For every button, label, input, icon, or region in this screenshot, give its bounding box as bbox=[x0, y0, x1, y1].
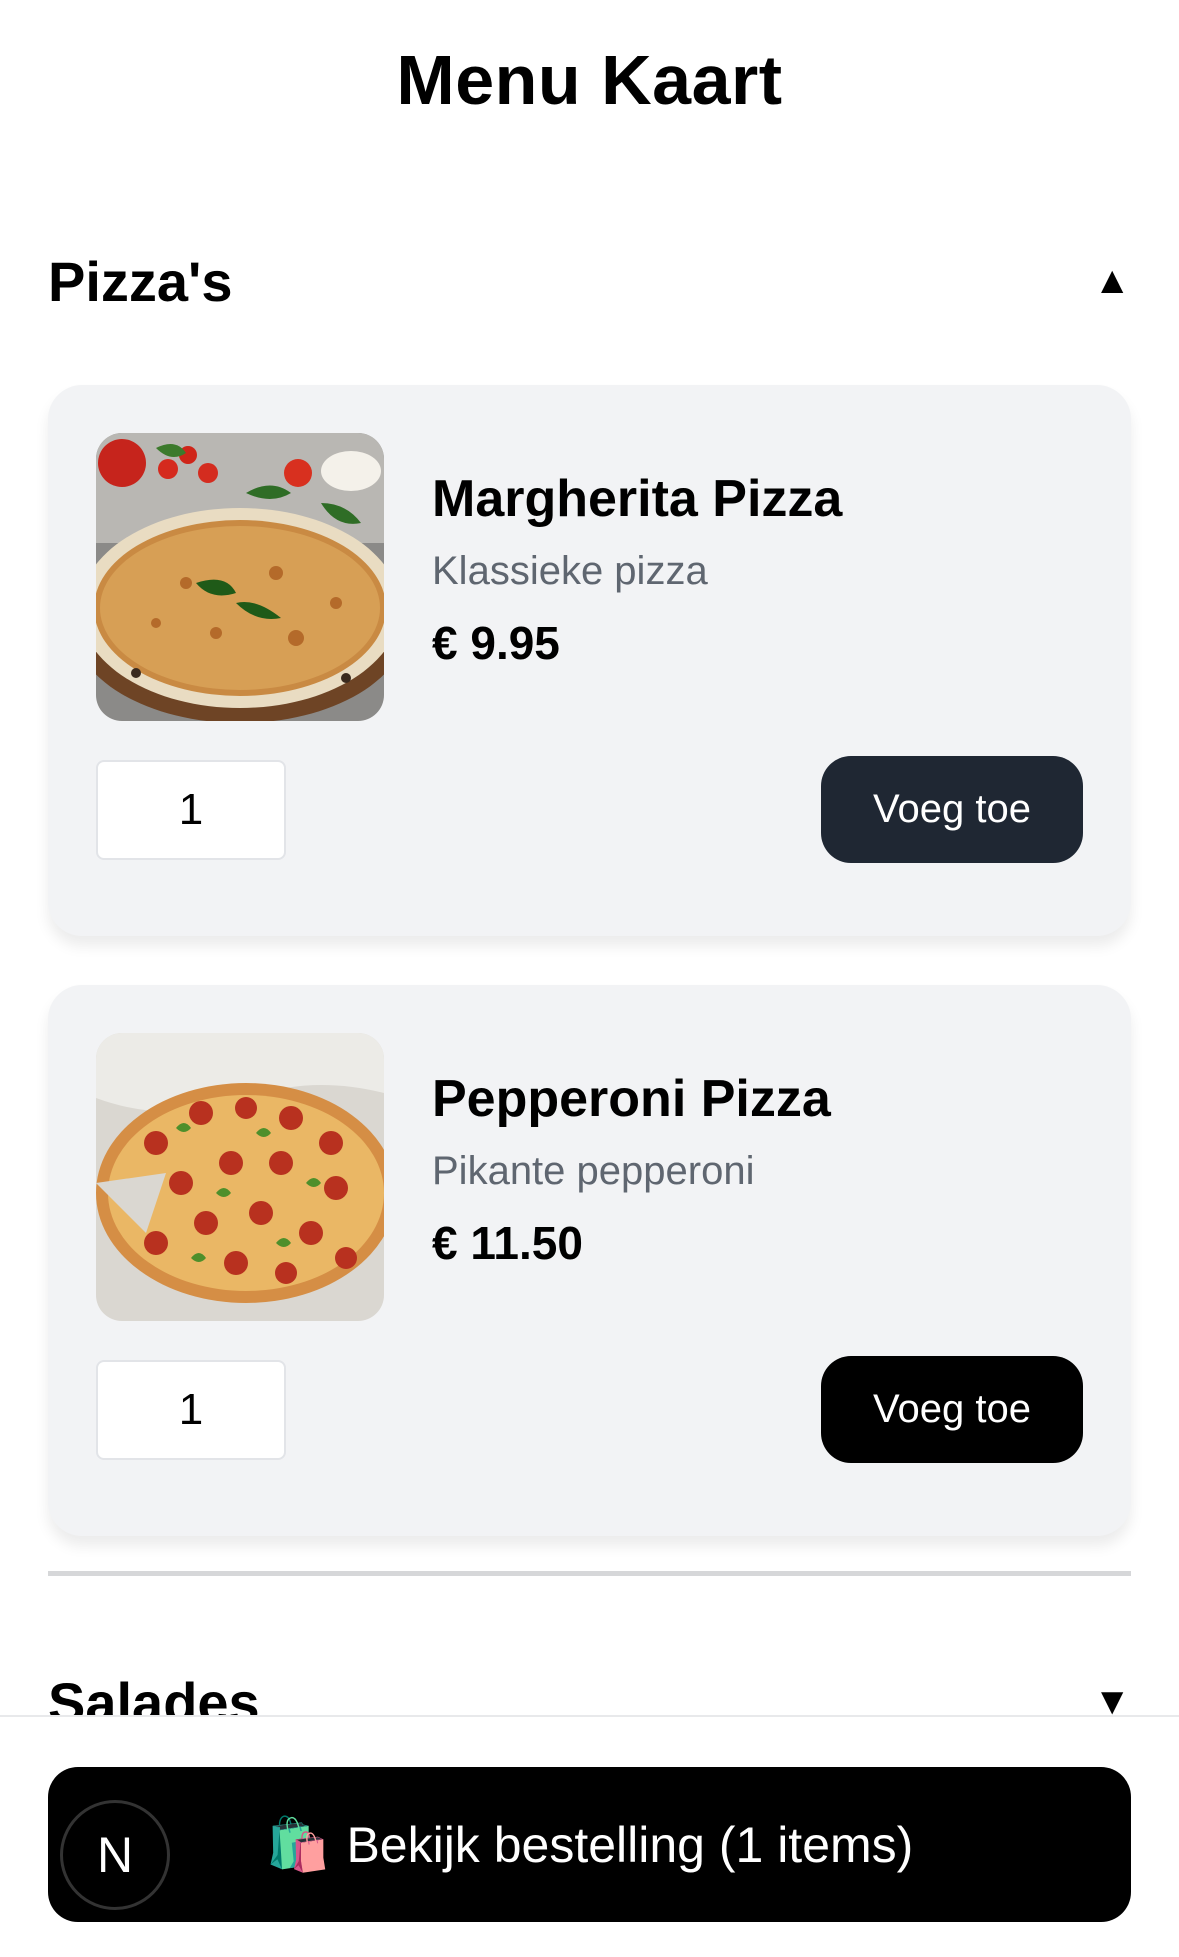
menu-item-card: Pepperoni Pizza Pikante pepperoni € 11.5… bbox=[48, 985, 1131, 1536]
view-order-label: Bekijk bestelling (1 items) bbox=[346, 1816, 914, 1873]
section-divider bbox=[48, 1571, 1131, 1576]
item-info: Pepperoni Pizza Pikante pepperoni € 11.5… bbox=[432, 1069, 831, 1270]
section-header-pizzas[interactable]: Pizza's ▲ bbox=[48, 241, 1131, 321]
section-title: Pizza's bbox=[48, 249, 233, 313]
quantity-input[interactable]: 1 bbox=[96, 760, 286, 860]
shopping-bag-icon: 🛍️ bbox=[265, 1816, 331, 1874]
item-info: Margherita Pizza Klassieke pizza € 9.95 bbox=[432, 469, 842, 670]
next-js-badge-icon[interactable]: N bbox=[60, 1800, 170, 1910]
quantity-input[interactable]: 1 bbox=[96, 1360, 286, 1460]
caret-up-icon[interactable]: ▲ bbox=[1093, 262, 1131, 300]
view-order-button[interactable]: 🛍️ Bekijk bestelling (1 items) bbox=[48, 1767, 1131, 1922]
item-description: Klassieke pizza bbox=[432, 549, 708, 593]
item-price: € 11.50 bbox=[432, 1217, 583, 1269]
menu-page: Menu Kaart Pizza's ▲ Margherita Pizza Kl… bbox=[0, 0, 1179, 1957]
item-price: € 9.95 bbox=[432, 617, 560, 669]
item-description: Pikante pepperoni bbox=[432, 1149, 755, 1193]
order-bar: 🛍️ Bekijk bestelling (1 items) N bbox=[0, 1715, 1179, 1957]
item-name: Pepperoni Pizza bbox=[432, 1070, 831, 1128]
add-to-order-button[interactable]: Voeg toe bbox=[821, 756, 1083, 863]
pepperoni-pizza-image bbox=[96, 1033, 384, 1321]
page-title: Menu Kaart bbox=[396, 41, 783, 119]
item-name: Margherita Pizza bbox=[432, 470, 843, 528]
margherita-pizza-image bbox=[96, 433, 384, 721]
menu-item-card: Margherita Pizza Klassieke pizza € 9.95 … bbox=[48, 385, 1131, 936]
add-to-order-button[interactable]: Voeg toe bbox=[821, 1356, 1083, 1463]
